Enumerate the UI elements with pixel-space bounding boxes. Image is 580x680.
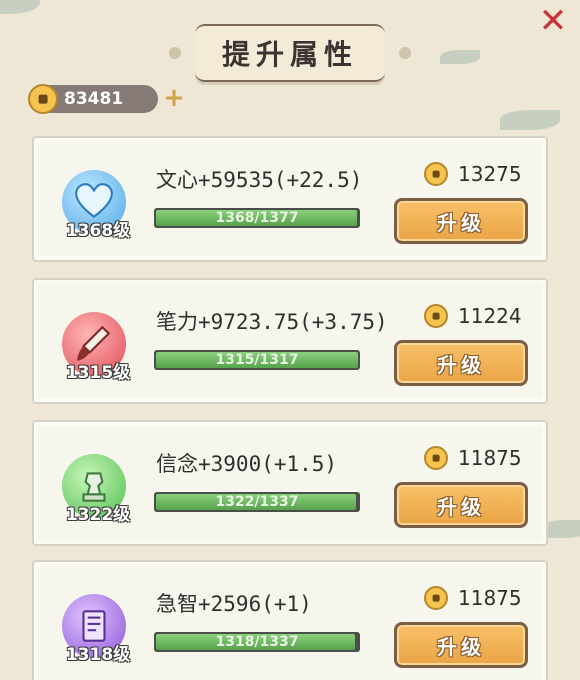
coin-icon [424,586,448,610]
attribute-text: 文心+59535(+22.5) [156,168,363,192]
cost-value: 11224 [458,304,522,328]
upgrade-label: 升级 [437,634,485,659]
attribute-level: 1318级 [65,645,131,665]
upgrade-button[interactable]: 升级 [394,482,528,528]
coin-icon [424,162,448,186]
attribute-card: 1318级 急智+2596(+1) 1318/1337 11875 升级 [32,560,548,680]
attribute-level: 1368级 [65,221,131,241]
attribute-level: 1322级 [65,505,131,525]
attribute-text: 急智+2596(+1) [156,592,312,616]
attribute-card: 1322级 信念+3900(+1.5) 1322/1337 11875 升级 [32,420,548,546]
upgrade-button[interactable]: 升级 [394,622,528,668]
attribute-text: 笔力+9723.75(+3.75) [156,310,388,334]
title-banner: 提升属性 [0,18,580,88]
coin-icon [28,84,58,114]
attribute-progress-bar: 1322/1337 [154,492,360,512]
title-dot-left [169,47,181,59]
leaf-decoration [0,0,40,14]
attribute-card: 1368级 文心+59535(+22.5) 1368/1377 13275 升级 [32,136,548,262]
attribute-text: 信念+3900(+1.5) [156,452,338,476]
title-dot-right [399,47,411,59]
leaf-decoration [500,110,560,130]
progress-text: 1322/1337 [215,494,299,510]
upgrade-cost: 11875 [424,446,522,470]
upgrade-cost: 11224 [424,304,522,328]
cost-value: 11875 [458,586,522,610]
attribute-progress-bar: 1368/1377 [154,208,360,228]
currency-display: 83481 [28,84,158,114]
page-title: 提升属性 [221,38,358,71]
progress-text: 1315/1317 [215,352,299,368]
coin-icon [424,446,448,470]
upgrade-label: 升级 [437,494,485,519]
cost-value: 11875 [458,446,522,470]
title-plate: 提升属性 [195,24,385,82]
attribute-progress-bar: 1315/1317 [154,350,360,370]
upgrade-button[interactable]: 升级 [394,198,528,244]
upgrade-label: 升级 [437,352,485,377]
attribute-card: 1315级 笔力+9723.75(+3.75) 1315/1317 11224 … [32,278,548,404]
upgrade-label: 升级 [437,210,485,235]
attribute-progress-bar: 1318/1337 [154,632,360,652]
add-currency-button[interactable]: + [162,85,186,113]
progress-text: 1318/1337 [215,634,299,650]
upgrade-cost: 11875 [424,586,522,610]
cost-value: 13275 [458,162,522,186]
upgrade-button[interactable]: 升级 [394,340,528,386]
upgrade-cost: 13275 [424,162,522,186]
attribute-level: 1315级 [65,363,131,383]
progress-text: 1368/1377 [215,210,299,226]
currency-value: 83481 [64,89,124,109]
coin-icon [424,304,448,328]
